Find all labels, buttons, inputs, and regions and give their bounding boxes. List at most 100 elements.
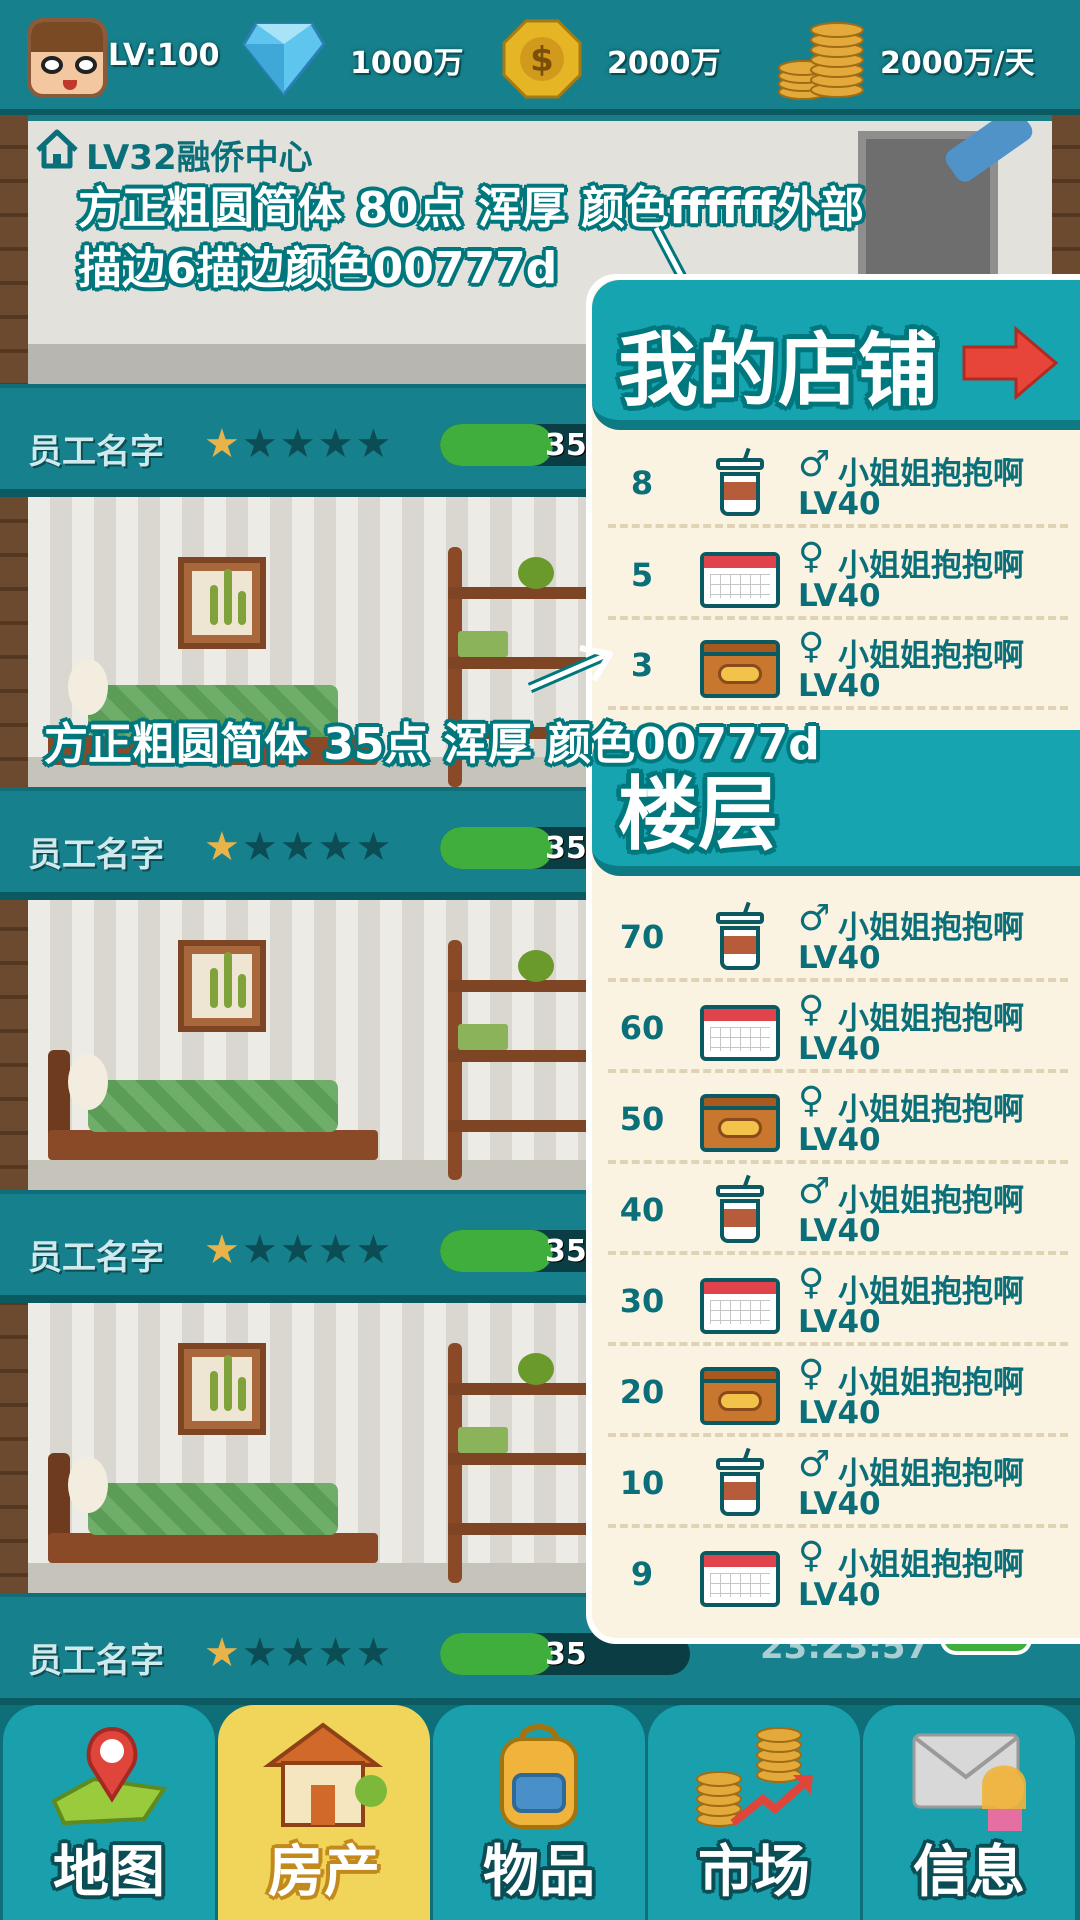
house-icon — [262, 1722, 387, 1827]
floor-row[interactable]: 30 ♀ 小姐姐抱抱啊 LV40 — [608, 1256, 1068, 1346]
staff-name: 员工名字 — [28, 1641, 164, 1681]
tab-map-label: 地图 — [53, 1840, 165, 1905]
backpack-icon — [500, 1724, 578, 1829]
annotation-title-spec: 方正粗圆简体 80点 浑厚 颜色ffffff外部 — [78, 183, 865, 234]
annotation-row-spec: 方正粗圆简体 35点 浑厚 颜色00777d — [44, 719, 820, 770]
box-icon — [700, 1084, 780, 1156]
owner-level: LV40 — [798, 578, 881, 614]
floor-row[interactable]: 9 ♀ 小姐姐抱抱啊 LV40 — [608, 1529, 1068, 1619]
row-number: 10 — [619, 1464, 665, 1502]
cactus-picture — [178, 1343, 266, 1435]
diamond-icon — [242, 22, 326, 96]
tab-messages[interactable]: 信息 — [863, 1705, 1075, 1920]
male-icon: ♂ — [798, 898, 831, 939]
coffee-cup-icon — [700, 447, 780, 520]
my-shop-title: 我的店铺 — [618, 324, 938, 417]
female-icon: ♀ — [798, 989, 825, 1030]
staff-name: 员工名字 — [28, 835, 164, 875]
staff-name: 员工名字 — [28, 432, 164, 472]
owner-level: LV40 — [798, 1395, 881, 1431]
coffee-cup-icon — [700, 1174, 780, 1247]
owner-level: LV40 — [798, 486, 881, 522]
owner-level: LV40 — [798, 1486, 881, 1522]
star-rating: ★★★★★ — [204, 824, 394, 870]
annotation-title-spec-2: 描边6描边颜色00777d — [78, 243, 558, 294]
owner-level: LV40 — [798, 668, 881, 704]
staff-name: 员工名字 — [28, 1238, 164, 1278]
owner-level: LV40 — [798, 1122, 881, 1158]
cactus-picture — [178, 557, 266, 649]
female-icon: ♀ — [798, 1535, 825, 1576]
building-wall-left — [0, 115, 28, 1705]
female-icon: ♀ — [798, 1262, 825, 1303]
map-pin-icon — [51, 1726, 168, 1826]
dollar-coin-icon: $ — [502, 19, 582, 99]
tab-real-estate-label: 房产 — [268, 1840, 380, 1905]
coin-stack-icon — [778, 22, 864, 100]
shop-row[interactable]: 5 ♀ 小姐姐抱抱啊 LV40 — [608, 530, 1068, 620]
bookshelf — [448, 1323, 608, 1583]
tab-items-label: 物品 — [483, 1840, 595, 1905]
daily-income: 2000万/天 — [880, 46, 1035, 81]
calendar-icon — [700, 540, 780, 612]
box-icon — [700, 1357, 780, 1429]
coin-count: 2000万 — [607, 46, 721, 81]
shop-floor-panel[interactable]: 我的店铺 8 ♂ 小姐姐抱抱啊 LV40 5 ♀ 小姐姐抱抱啊 LV40 3 ♀… — [586, 274, 1080, 1644]
calendar-icon — [700, 1266, 780, 1338]
row-number: 60 — [619, 1009, 665, 1047]
floor-row[interactable]: 10 ♂ 小姐姐抱抱啊 LV40 — [608, 1438, 1068, 1528]
owner-level: LV40 — [798, 1031, 881, 1067]
owner-level: LV40 — [798, 940, 881, 976]
tab-market[interactable]: 市场 — [648, 1705, 860, 1920]
row-number: 70 — [619, 918, 665, 956]
male-icon: ♂ — [798, 444, 831, 485]
red-arrow-right-icon[interactable] — [960, 323, 1060, 403]
player-level: LV:100 — [108, 38, 220, 73]
row-number: 9 — [630, 1555, 654, 1593]
female-icon: ♀ — [798, 1353, 825, 1394]
star-rating: ★★★★★ — [204, 421, 394, 467]
tab-real-estate[interactable]: 房产 — [218, 1705, 430, 1920]
female-icon: ♀ — [798, 536, 825, 577]
tab-market-label: 市场 — [698, 1840, 810, 1905]
floor-row[interactable]: 40 ♂ 小姐姐抱抱啊 LV40 — [608, 1165, 1068, 1255]
resource-bar: LV:100 1000万 $ 2000万 2000万/天 — [0, 0, 1080, 115]
owner-level: LV40 — [798, 1577, 881, 1613]
bed — [48, 1050, 378, 1160]
bed — [48, 1453, 378, 1563]
female-icon: ♀ — [798, 626, 825, 667]
tab-map[interactable]: 地图 — [3, 1705, 215, 1920]
home-icon — [36, 129, 78, 169]
shop-row[interactable]: 3 ♀ 小姐姐抱抱啊 LV40 — [608, 620, 1068, 710]
row-number: 5 — [630, 556, 654, 594]
male-icon: ♂ — [798, 1444, 831, 1485]
tab-messages-label: 信息 — [913, 1840, 1025, 1905]
mail-icon — [912, 1733, 1026, 1831]
row-number: 3 — [630, 646, 654, 684]
tab-items[interactable]: 物品 — [433, 1705, 645, 1920]
floor-row[interactable]: 20 ♀ 小姐姐抱抱啊 LV40 — [608, 1347, 1068, 1437]
row-number: 50 — [619, 1100, 665, 1138]
diamond-count: 1000万 — [350, 46, 464, 81]
female-icon: ♀ — [798, 1080, 825, 1121]
player-avatar[interactable] — [27, 18, 107, 98]
owner-level: LV40 — [798, 1213, 881, 1249]
owner-level: LV40 — [798, 1304, 881, 1340]
box-icon — [700, 630, 780, 702]
coffee-cup-icon — [700, 901, 780, 974]
male-icon: ♂ — [798, 1171, 831, 1212]
floor-row[interactable]: 70 ♂ 小姐姐抱抱啊 LV40 — [608, 892, 1068, 982]
calendar-icon — [700, 993, 780, 1065]
my-shop-header: 我的店铺 — [592, 280, 1080, 430]
bottom-nav: 地图 房产 物品 市场 信息 — [0, 1705, 1080, 1920]
row-number: 30 — [619, 1282, 665, 1320]
row-number: 8 — [630, 464, 654, 502]
annotation-arrow-icon — [527, 645, 613, 694]
shop-row[interactable]: 8 ♂ 小姐姐抱抱啊 LV40 — [608, 438, 1068, 528]
row-number: 20 — [619, 1373, 665, 1411]
floor-row[interactable]: 50 ♀ 小姐姐抱抱啊 LV40 — [608, 1074, 1068, 1164]
coffee-cup-icon — [700, 1447, 780, 1520]
bookshelf — [448, 920, 608, 1180]
floor-row[interactable]: 60 ♀ 小姐姐抱抱啊 LV40 — [608, 983, 1068, 1073]
cactus-picture — [178, 940, 266, 1032]
